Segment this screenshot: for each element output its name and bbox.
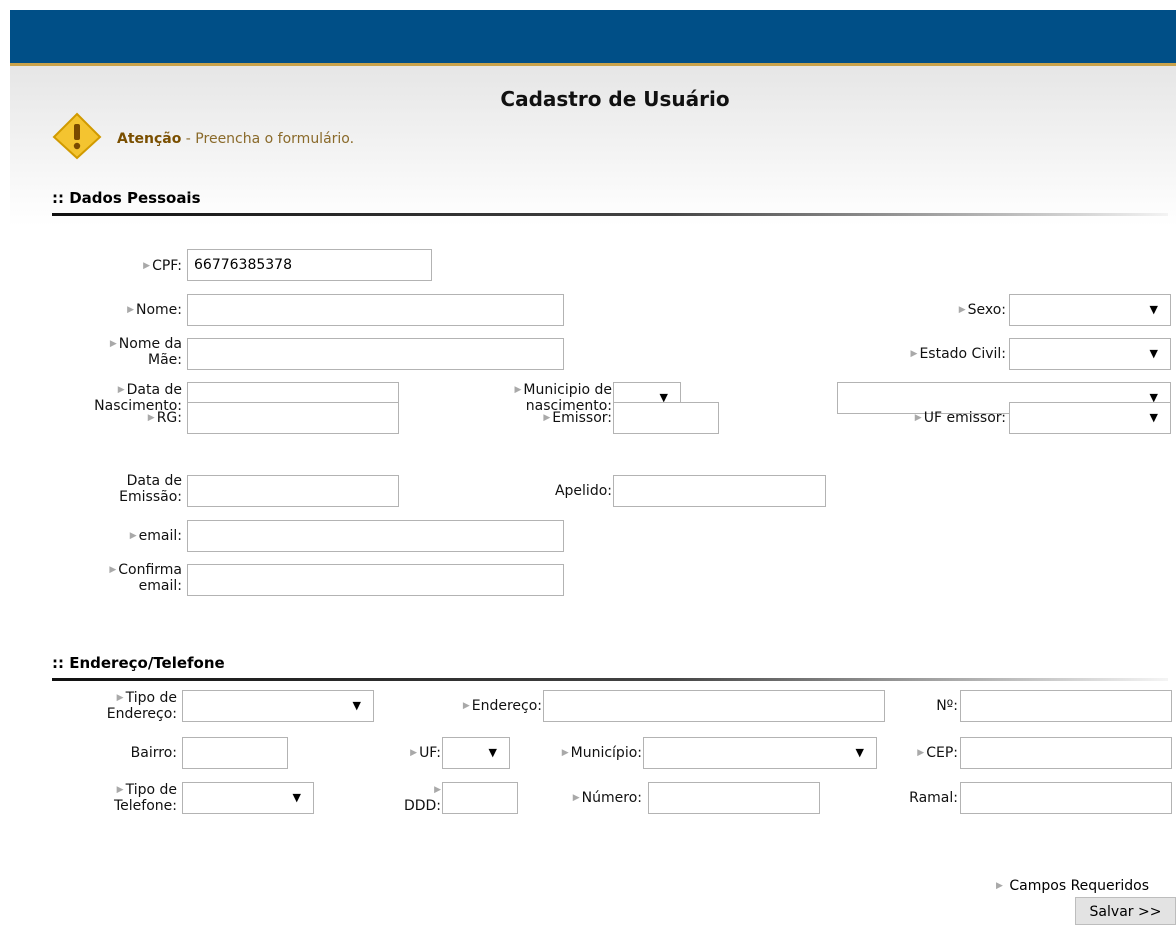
apelido-label: Apelido: (554, 483, 612, 499)
triangle-right-icon: ▶ (127, 305, 134, 315)
nome-mae-label: ▶ Nome da Mãe: (109, 336, 182, 368)
uf-emissor-select[interactable]: ▼ (1009, 402, 1171, 434)
triangle-right-icon: ▶ (514, 385, 522, 395)
page-title: Cadastro de Usuário (500, 87, 730, 111)
save-button[interactable]: Salvar >> (1075, 897, 1176, 925)
endereco-input[interactable] (543, 690, 885, 722)
confirma-email-label: ▶ Confirma email: (109, 562, 182, 594)
triangle-right-icon: ▶ (410, 748, 418, 758)
cpf-label: ▶ CPF: (143, 258, 182, 274)
apelido-input[interactable] (613, 475, 826, 507)
triangle-right-icon: ▶ (572, 793, 580, 803)
section-divider-address (52, 678, 1168, 681)
dropdown-arrow-icon: ▼ (488, 746, 497, 759)
section-title-address: :: Endereço/Telefone (52, 654, 225, 672)
triangle-right-icon: ▶ (109, 339, 117, 349)
ramal-label: Ramal: (909, 790, 958, 806)
triangle-right-icon: ▶ (917, 748, 925, 758)
triangle-right-icon: ▶ (434, 785, 441, 795)
dropdown-arrow-icon: ▼ (1149, 303, 1158, 316)
dropdown-arrow-icon: ▼ (292, 791, 301, 804)
tipo-telefone-select[interactable]: ▼ (182, 782, 314, 814)
triangle-right-icon: ▶ (109, 565, 117, 575)
section-title-personal: :: Dados Pessoais (52, 189, 201, 207)
sexo-label: ▶ Sexo: (958, 302, 1006, 318)
triangle-right-icon: ▶ (543, 413, 551, 423)
data-emissao-label: Data de Emissão: (119, 473, 182, 505)
data-emissao-input[interactable] (187, 475, 399, 507)
numero-endereco-label: Nº: (936, 698, 958, 714)
triangle-right-icon: ▶ (996, 881, 1003, 891)
cpf-input[interactable]: 66776385378 (187, 249, 432, 281)
triangle-right-icon: ▶ (914, 413, 922, 423)
numero-telefone-input[interactable] (648, 782, 820, 814)
tipo-telefone-label: ▶ Tipo de Telefone: (114, 782, 177, 814)
cep-input[interactable] (960, 737, 1172, 769)
tipo-endereco-select[interactable]: ▼ (182, 690, 374, 722)
ddd-label: ▶ DDD: (404, 782, 441, 814)
rg-label: ▶ RG: (147, 410, 182, 426)
numero-endereco-input[interactable] (960, 690, 1172, 722)
notice-strong: Atenção (117, 131, 182, 147)
triangle-right-icon: ▶ (462, 701, 470, 711)
attention-notice: Atenção - Preencha o formulário. (117, 131, 354, 147)
nome-label: ▶ Nome: (127, 302, 182, 318)
emissor-input[interactable] (613, 402, 719, 434)
tipo-endereco-label: ▶ Tipo de Endereço: (106, 690, 177, 722)
estado-civil-label: ▶ Estado Civil: (910, 346, 1006, 362)
dropdown-arrow-icon: ▼ (1149, 411, 1158, 424)
triangle-right-icon: ▶ (129, 531, 137, 541)
triangle-right-icon: ▶ (117, 385, 125, 395)
estado-civil-select[interactable]: ▼ (1009, 338, 1171, 370)
nome-mae-input[interactable] (187, 338, 564, 370)
ddd-input[interactable] (442, 782, 518, 814)
rg-input[interactable] (187, 402, 399, 434)
nome-input[interactable] (187, 294, 564, 326)
bairro-label: Bairro: (130, 745, 177, 761)
dropdown-arrow-icon: ▼ (1149, 347, 1158, 360)
required-fields-note: ▶ Campos Requeridos (996, 878, 1150, 894)
municipio-select[interactable]: ▼ (643, 737, 877, 769)
email-label: ▶ email: (129, 528, 182, 544)
uf-label: ▶ UF: (410, 745, 441, 761)
dropdown-arrow-icon: ▼ (855, 746, 864, 759)
ramal-input[interactable] (960, 782, 1172, 814)
triangle-right-icon: ▶ (116, 785, 124, 795)
sexo-select[interactable]: ▼ (1009, 294, 1171, 326)
triangle-right-icon: ▶ (958, 305, 966, 315)
triangle-right-icon: ▶ (147, 413, 155, 423)
numero-telefone-label: ▶ Número: (572, 790, 642, 806)
uf-emissor-label: ▶ UF emissor: (914, 410, 1006, 426)
dropdown-arrow-icon: ▼ (352, 699, 361, 712)
triangle-right-icon: ▶ (910, 349, 918, 359)
header-bar (10, 10, 1176, 63)
triangle-right-icon: ▶ (561, 748, 569, 758)
warning-icon (52, 112, 102, 160)
cep-label: ▶ CEP: (917, 745, 958, 761)
bairro-input[interactable] (182, 737, 288, 769)
triangle-right-icon: ▶ (116, 693, 124, 703)
notice-text: - Preencha o formulário. (181, 131, 355, 147)
emissor-label: ▶ Emissor: (543, 410, 612, 426)
endereco-label: ▶ Endereço: (462, 698, 542, 714)
confirma-email-input[interactable] (187, 564, 564, 596)
email-input[interactable] (187, 520, 564, 552)
uf-select[interactable]: ▼ (442, 737, 510, 769)
municipio-label: ▶ Município: (561, 745, 642, 761)
triangle-right-icon: ▶ (143, 261, 151, 271)
section-divider-personal (52, 213, 1168, 216)
